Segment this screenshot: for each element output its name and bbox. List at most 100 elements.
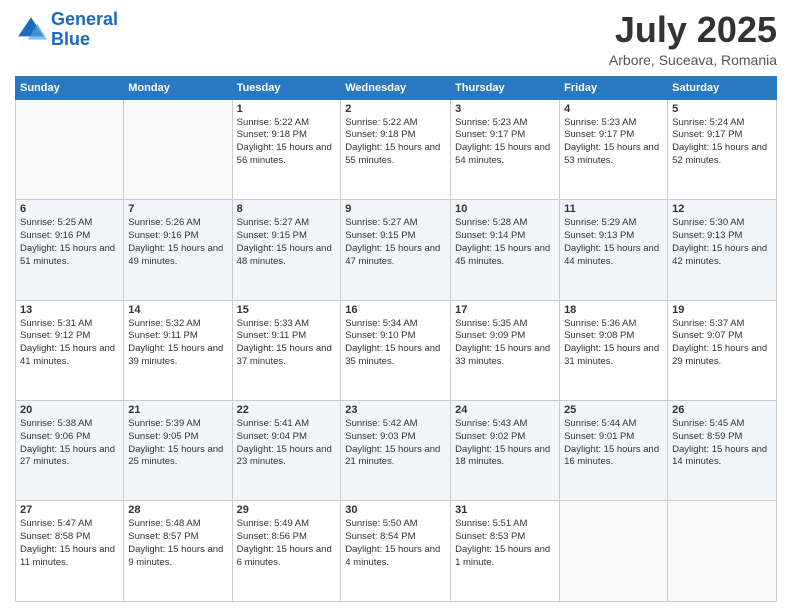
sunset-text: Sunset: 9:12 PM bbox=[20, 330, 119, 343]
daylight-text: Daylight: 15 hours and 49 minutes. bbox=[128, 243, 227, 269]
sunrise-text: Sunrise: 5:25 AM bbox=[20, 217, 119, 230]
table-row: 21Sunrise: 5:39 AMSunset: 9:05 PMDayligh… bbox=[124, 401, 232, 501]
calendar-week-row: 20Sunrise: 5:38 AMSunset: 9:06 PMDayligh… bbox=[16, 401, 777, 501]
day-number: 1 bbox=[237, 103, 337, 115]
sunset-text: Sunset: 9:16 PM bbox=[128, 230, 227, 243]
day-number: 4 bbox=[564, 103, 663, 115]
day-number: 18 bbox=[564, 304, 663, 316]
sunrise-text: Sunrise: 5:26 AM bbox=[128, 217, 227, 230]
sunset-text: Sunset: 9:17 PM bbox=[455, 129, 555, 142]
month-title: July 2025 bbox=[609, 10, 777, 50]
sunrise-text: Sunrise: 5:43 AM bbox=[455, 418, 555, 431]
location: Arbore, Suceava, Romania bbox=[609, 52, 777, 68]
sunset-text: Sunset: 8:58 PM bbox=[20, 531, 119, 544]
sunrise-text: Sunrise: 5:49 AM bbox=[237, 518, 337, 531]
sunrise-text: Sunrise: 5:28 AM bbox=[455, 217, 555, 230]
table-row: 8Sunrise: 5:27 AMSunset: 9:15 PMDaylight… bbox=[232, 200, 341, 300]
daylight-text: Daylight: 15 hours and 52 minutes. bbox=[672, 142, 772, 168]
sunrise-text: Sunrise: 5:45 AM bbox=[672, 418, 772, 431]
sunrise-text: Sunrise: 5:32 AM bbox=[128, 318, 227, 331]
daylight-text: Daylight: 15 hours and 27 minutes. bbox=[20, 444, 119, 470]
sunset-text: Sunset: 9:07 PM bbox=[672, 330, 772, 343]
sunset-text: Sunset: 9:03 PM bbox=[345, 431, 446, 444]
table-row: 14Sunrise: 5:32 AMSunset: 9:11 PMDayligh… bbox=[124, 300, 232, 400]
daylight-text: Daylight: 15 hours and 25 minutes. bbox=[128, 444, 227, 470]
sunrise-text: Sunrise: 5:44 AM bbox=[564, 418, 663, 431]
sunrise-text: Sunrise: 5:31 AM bbox=[20, 318, 119, 331]
header: General Blue July 2025 Arbore, Suceava, … bbox=[15, 10, 777, 68]
header-tuesday: Tuesday bbox=[232, 76, 341, 99]
sunrise-text: Sunrise: 5:23 AM bbox=[564, 117, 663, 130]
sunrise-text: Sunrise: 5:41 AM bbox=[237, 418, 337, 431]
table-row: 27Sunrise: 5:47 AMSunset: 8:58 PMDayligh… bbox=[16, 501, 124, 602]
calendar-week-row: 27Sunrise: 5:47 AMSunset: 8:58 PMDayligh… bbox=[16, 501, 777, 602]
daylight-text: Daylight: 15 hours and 39 minutes. bbox=[128, 343, 227, 369]
logo-line2: Blue bbox=[51, 29, 90, 49]
table-row: 6 Sunrise: 5:25 AMSunset: 9:16 PMDaylight… bbox=[16, 200, 124, 300]
day-number: 23 bbox=[345, 404, 446, 416]
day-number: 6 bbox=[20, 203, 119, 215]
header-monday: Monday bbox=[124, 76, 232, 99]
logo-line1: General bbox=[51, 9, 118, 29]
day-number: 15 bbox=[237, 304, 337, 316]
logo: General Blue bbox=[15, 10, 118, 50]
day-number: 14 bbox=[128, 304, 227, 316]
sunset-text: Sunset: 9:14 PM bbox=[455, 230, 555, 243]
table-row: 20Sunrise: 5:38 AMSunset: 9:06 PMDayligh… bbox=[16, 401, 124, 501]
sunset-text: Sunset: 8:57 PM bbox=[128, 531, 227, 544]
daylight-text: Daylight: 15 hours and 9 minutes. bbox=[128, 544, 227, 570]
daylight-text: Daylight: 15 hours and 51 minutes. bbox=[20, 243, 119, 269]
daylight-text: Daylight: 15 hours and 23 minutes. bbox=[237, 444, 337, 470]
day-number: 5 bbox=[672, 103, 772, 115]
day-number: 17 bbox=[455, 304, 555, 316]
header-sunday: Sunday bbox=[16, 76, 124, 99]
table-row bbox=[668, 501, 777, 602]
table-row bbox=[560, 501, 668, 602]
sunrise-text: Sunrise: 5:38 AM bbox=[20, 418, 119, 431]
day-number: 3 bbox=[455, 103, 555, 115]
sunset-text: Sunset: 8:56 PM bbox=[237, 531, 337, 544]
daylight-text: Daylight: 15 hours and 4 minutes. bbox=[345, 544, 446, 570]
calendar-header-row: Sunday Monday Tuesday Wednesday Thursday… bbox=[16, 76, 777, 99]
sunrise-text: Sunrise: 5:33 AM bbox=[237, 318, 337, 331]
day-number: 19 bbox=[672, 304, 772, 316]
table-row: 10Sunrise: 5:28 AMSunset: 9:14 PMDayligh… bbox=[451, 200, 560, 300]
daylight-text: Daylight: 15 hours and 11 minutes. bbox=[20, 544, 119, 570]
page: General Blue July 2025 Arbore, Suceava, … bbox=[0, 0, 792, 612]
sunset-text: Sunset: 9:08 PM bbox=[564, 330, 663, 343]
sunset-text: Sunset: 9:13 PM bbox=[564, 230, 663, 243]
day-number: 9 bbox=[345, 203, 446, 215]
sunset-text: Sunset: 9:16 PM bbox=[20, 230, 119, 243]
table-row: 12Sunrise: 5:30 AMSunset: 9:13 PMDayligh… bbox=[668, 200, 777, 300]
table-row: 18Sunrise: 5:36 AMSunset: 9:08 PMDayligh… bbox=[560, 300, 668, 400]
daylight-text: Daylight: 15 hours and 35 minutes. bbox=[345, 343, 446, 369]
day-number: 22 bbox=[237, 404, 337, 416]
table-row: 28Sunrise: 5:48 AMSunset: 8:57 PMDayligh… bbox=[124, 501, 232, 602]
daylight-text: Daylight: 15 hours and 48 minutes. bbox=[237, 243, 337, 269]
table-row: 24Sunrise: 5:43 AMSunset: 9:02 PMDayligh… bbox=[451, 401, 560, 501]
table-row: 3Sunrise: 5:23 AMSunset: 9:17 PMDaylight… bbox=[451, 99, 560, 199]
sunset-text: Sunset: 9:02 PM bbox=[455, 431, 555, 444]
table-row: 19 Sunrise: 5:37 AMSunset: 9:07 PMDayligh… bbox=[668, 300, 777, 400]
table-row: 16Sunrise: 5:34 AMSunset: 9:10 PMDayligh… bbox=[341, 300, 451, 400]
daylight-text: Daylight: 15 hours and 45 minutes. bbox=[455, 243, 555, 269]
sunrise-text: Sunrise: 5:22 AM bbox=[237, 117, 337, 130]
table-row bbox=[124, 99, 232, 199]
sunset-text: Sunset: 9:17 PM bbox=[564, 129, 663, 142]
sunrise-text: Sunrise: 5:48 AM bbox=[128, 518, 227, 531]
header-friday: Friday bbox=[560, 76, 668, 99]
day-number: 26 bbox=[672, 404, 772, 416]
day-number: 8 bbox=[237, 203, 337, 215]
sunrise-text: Sunrise: 5:22 AM bbox=[345, 117, 446, 130]
table-row: 1Sunrise: 5:22 AMSunset: 9:18 PMDaylight… bbox=[232, 99, 341, 199]
daylight-text: Daylight: 15 hours and 29 minutes. bbox=[672, 343, 772, 369]
table-row: 17Sunrise: 5:35 AMSunset: 9:09 PMDayligh… bbox=[451, 300, 560, 400]
title-block: July 2025 Arbore, Suceava, Romania bbox=[609, 10, 777, 68]
table-row: 4Sunrise: 5:23 AMSunset: 9:17 PMDaylight… bbox=[560, 99, 668, 199]
sunrise-text: Sunrise: 5:36 AM bbox=[564, 318, 663, 331]
logo-text: General Blue bbox=[51, 10, 118, 50]
sunset-text: Sunset: 9:05 PM bbox=[128, 431, 227, 444]
daylight-text: Daylight: 15 hours and 55 minutes. bbox=[345, 142, 446, 168]
table-row: 31Sunrise: 5:51 AMSunset: 8:53 PMDayligh… bbox=[451, 501, 560, 602]
sunrise-text: Sunrise: 5:37 AM bbox=[672, 318, 772, 331]
